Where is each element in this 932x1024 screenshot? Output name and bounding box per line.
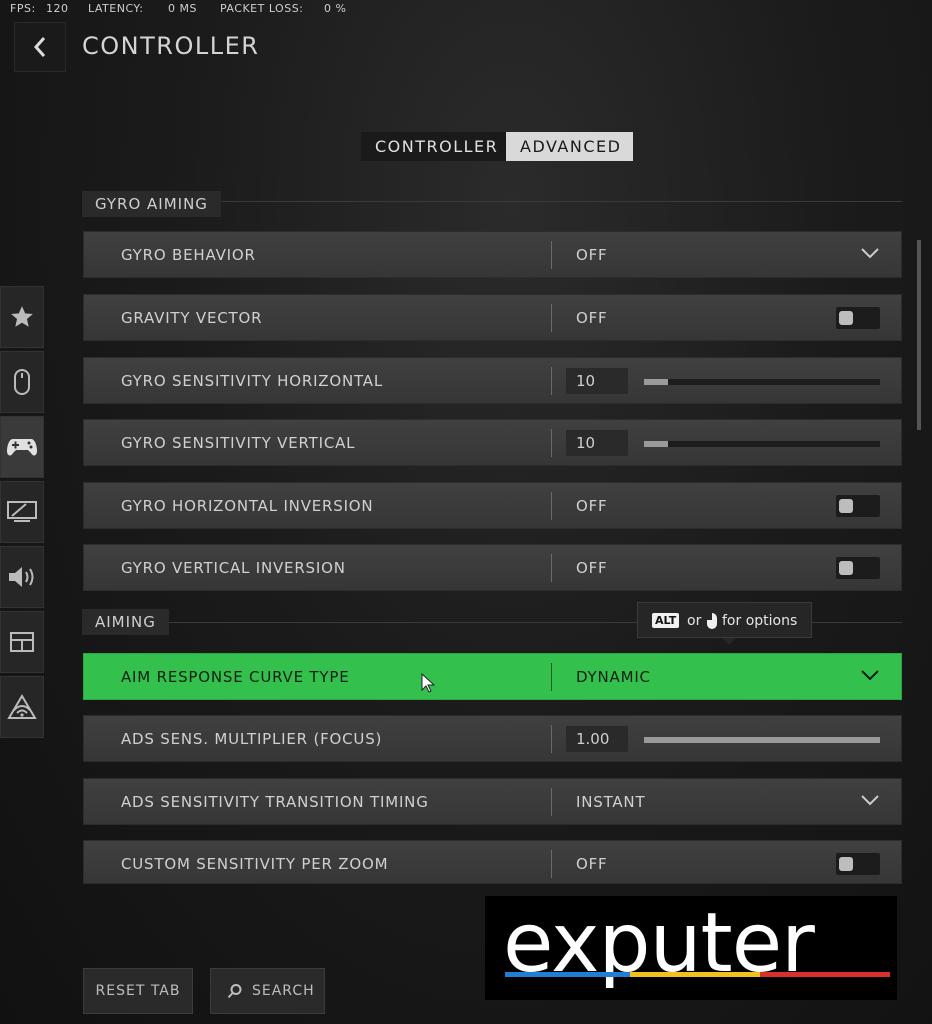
- setting-label: GRAVITY VECTOR: [121, 309, 263, 327]
- setting-ads-sens-multiplier[interactable]: ADS SENS. MULTIPLIER (FOCUS) 1.00: [83, 715, 902, 762]
- star-icon: [11, 306, 33, 327]
- section-gyro-aiming: GYRO AIMING: [82, 191, 902, 217]
- toggle-switch[interactable]: [836, 853, 880, 875]
- chevron-down-icon[interactable]: [860, 246, 880, 260]
- search-icon: [227, 984, 242, 999]
- sidebar-item-graphics[interactable]: [0, 481, 44, 543]
- settings-tabs: CONTROLLER ADVANCED: [361, 132, 633, 161]
- sidebar-item-audio[interactable]: [0, 546, 44, 608]
- setting-ads-sensitivity-transition-timing[interactable]: ADS SENSITIVITY TRANSITION TIMING INSTAN…: [83, 778, 902, 825]
- setting-gravity-vector[interactable]: GRAVITY VECTOR OFF: [83, 294, 902, 341]
- display-icon: [7, 501, 37, 522]
- fps-value: 120: [46, 2, 69, 15]
- options-tooltip: ALT or for options: [637, 602, 812, 645]
- setting-label: GYRO SENSITIVITY HORIZONTAL: [121, 372, 384, 390]
- tab-controller[interactable]: CONTROLLER: [361, 132, 506, 161]
- toggle-switch[interactable]: [836, 557, 880, 579]
- tab-advanced[interactable]: ADVANCED: [506, 132, 633, 161]
- slider[interactable]: [644, 379, 880, 385]
- speaker-icon: [9, 567, 34, 587]
- setting-label: ADS SENSITIVITY TRANSITION TIMING: [121, 793, 429, 811]
- setting-gyro-sensitivity-vertical[interactable]: GYRO SENSITIVITY VERTICAL 10: [83, 419, 902, 466]
- setting-value: OFF: [576, 497, 608, 515]
- performance-stats-bar: FPS: 120 LATENCY: 0 MS PACKET LOSS: 0 %: [0, 0, 932, 16]
- chevron-left-icon: [33, 37, 46, 57]
- packet-loss-value: 0 %: [324, 2, 347, 15]
- setting-gyro-horizontal-inversion[interactable]: GYRO HORIZONTAL INVERSION OFF: [83, 482, 902, 529]
- tooltip-or: or: [687, 613, 702, 629]
- setting-custom-sensitivity-per-zoom[interactable]: CUSTOM SENSITIVITY PER ZOOM OFF: [83, 840, 902, 884]
- chevron-down-icon[interactable]: [860, 793, 880, 807]
- section-title: AIMING: [82, 609, 169, 635]
- packet-loss-label: PACKET LOSS:: [220, 2, 304, 15]
- setting-value: INSTANT: [576, 793, 646, 811]
- reset-tab-label: RESET TAB: [95, 983, 181, 999]
- search-label: SEARCH: [252, 983, 315, 999]
- latency-label: LATENCY:: [88, 2, 144, 15]
- setting-gyro-vertical-inversion[interactable]: GYRO VERTICAL INVERSION OFF: [83, 544, 902, 591]
- setting-label: GYRO BEHAVIOR: [121, 246, 256, 264]
- setting-value: OFF: [576, 246, 608, 264]
- setting-value: OFF: [576, 559, 608, 577]
- setting-value: OFF: [576, 309, 608, 327]
- fps-label: FPS:: [10, 2, 36, 15]
- setting-label: GYRO HORIZONTAL INVERSION: [121, 497, 374, 515]
- back-button[interactable]: [14, 22, 66, 72]
- search-button[interactable]: SEARCH: [210, 968, 325, 1014]
- sidebar-item-interface[interactable]: [0, 611, 44, 673]
- slider[interactable]: [644, 441, 880, 447]
- sidebar-item-mouse[interactable]: [0, 351, 44, 413]
- setting-gyro-sensitivity-horizontal[interactable]: GYRO SENSITIVITY HORIZONTAL 10: [83, 357, 902, 404]
- value-input[interactable]: 1.00: [566, 726, 628, 752]
- setting-label: GYRO VERTICAL INVERSION: [121, 559, 346, 577]
- alt-key: ALT: [652, 613, 680, 628]
- toggle-switch[interactable]: [836, 495, 880, 517]
- slider[interactable]: [644, 737, 880, 743]
- setting-value: DYNAMIC: [576, 668, 651, 686]
- value-input[interactable]: 10: [566, 430, 628, 456]
- value-input[interactable]: 10: [566, 368, 628, 394]
- mouse-icon: [14, 369, 30, 395]
- setting-label: AIM RESPONSE CURVE TYPE: [121, 668, 350, 686]
- exputer-watermark-logo: exputer: [485, 896, 897, 1000]
- network-icon: [7, 694, 37, 719]
- sidebar-item-network[interactable]: [0, 676, 44, 738]
- latency-value: 0 MS: [168, 2, 197, 15]
- setting-value: OFF: [576, 855, 608, 873]
- setting-aim-response-curve-type[interactable]: AIM RESPONSE CURVE TYPE DYNAMIC: [83, 653, 902, 700]
- cursor-icon: [421, 672, 436, 693]
- setting-label: ADS SENS. MULTIPLIER (FOCUS): [121, 730, 383, 748]
- setting-label: GYRO SENSITIVITY VERTICAL: [121, 434, 356, 452]
- mouse-icon: [707, 613, 717, 629]
- page-title: CONTROLLER: [82, 32, 260, 60]
- section-title: GYRO AIMING: [82, 191, 221, 217]
- toggle-switch[interactable]: [836, 307, 880, 329]
- setting-gyro-behavior[interactable]: GYRO BEHAVIOR OFF: [83, 231, 902, 278]
- sidebar-item-controller[interactable]: [0, 416, 44, 478]
- watermark-text: exputer: [503, 896, 815, 991]
- tooltip-text: for options: [722, 613, 798, 629]
- interface-icon: [10, 632, 34, 652]
- reset-tab-button[interactable]: RESET TAB: [83, 968, 193, 1014]
- chevron-down-icon[interactable]: [860, 668, 880, 682]
- scrollbar[interactable]: [917, 240, 921, 430]
- gamepad-icon: [7, 439, 37, 456]
- sidebar-item-favorites[interactable]: [0, 286, 44, 348]
- setting-label: CUSTOM SENSITIVITY PER ZOOM: [121, 855, 389, 873]
